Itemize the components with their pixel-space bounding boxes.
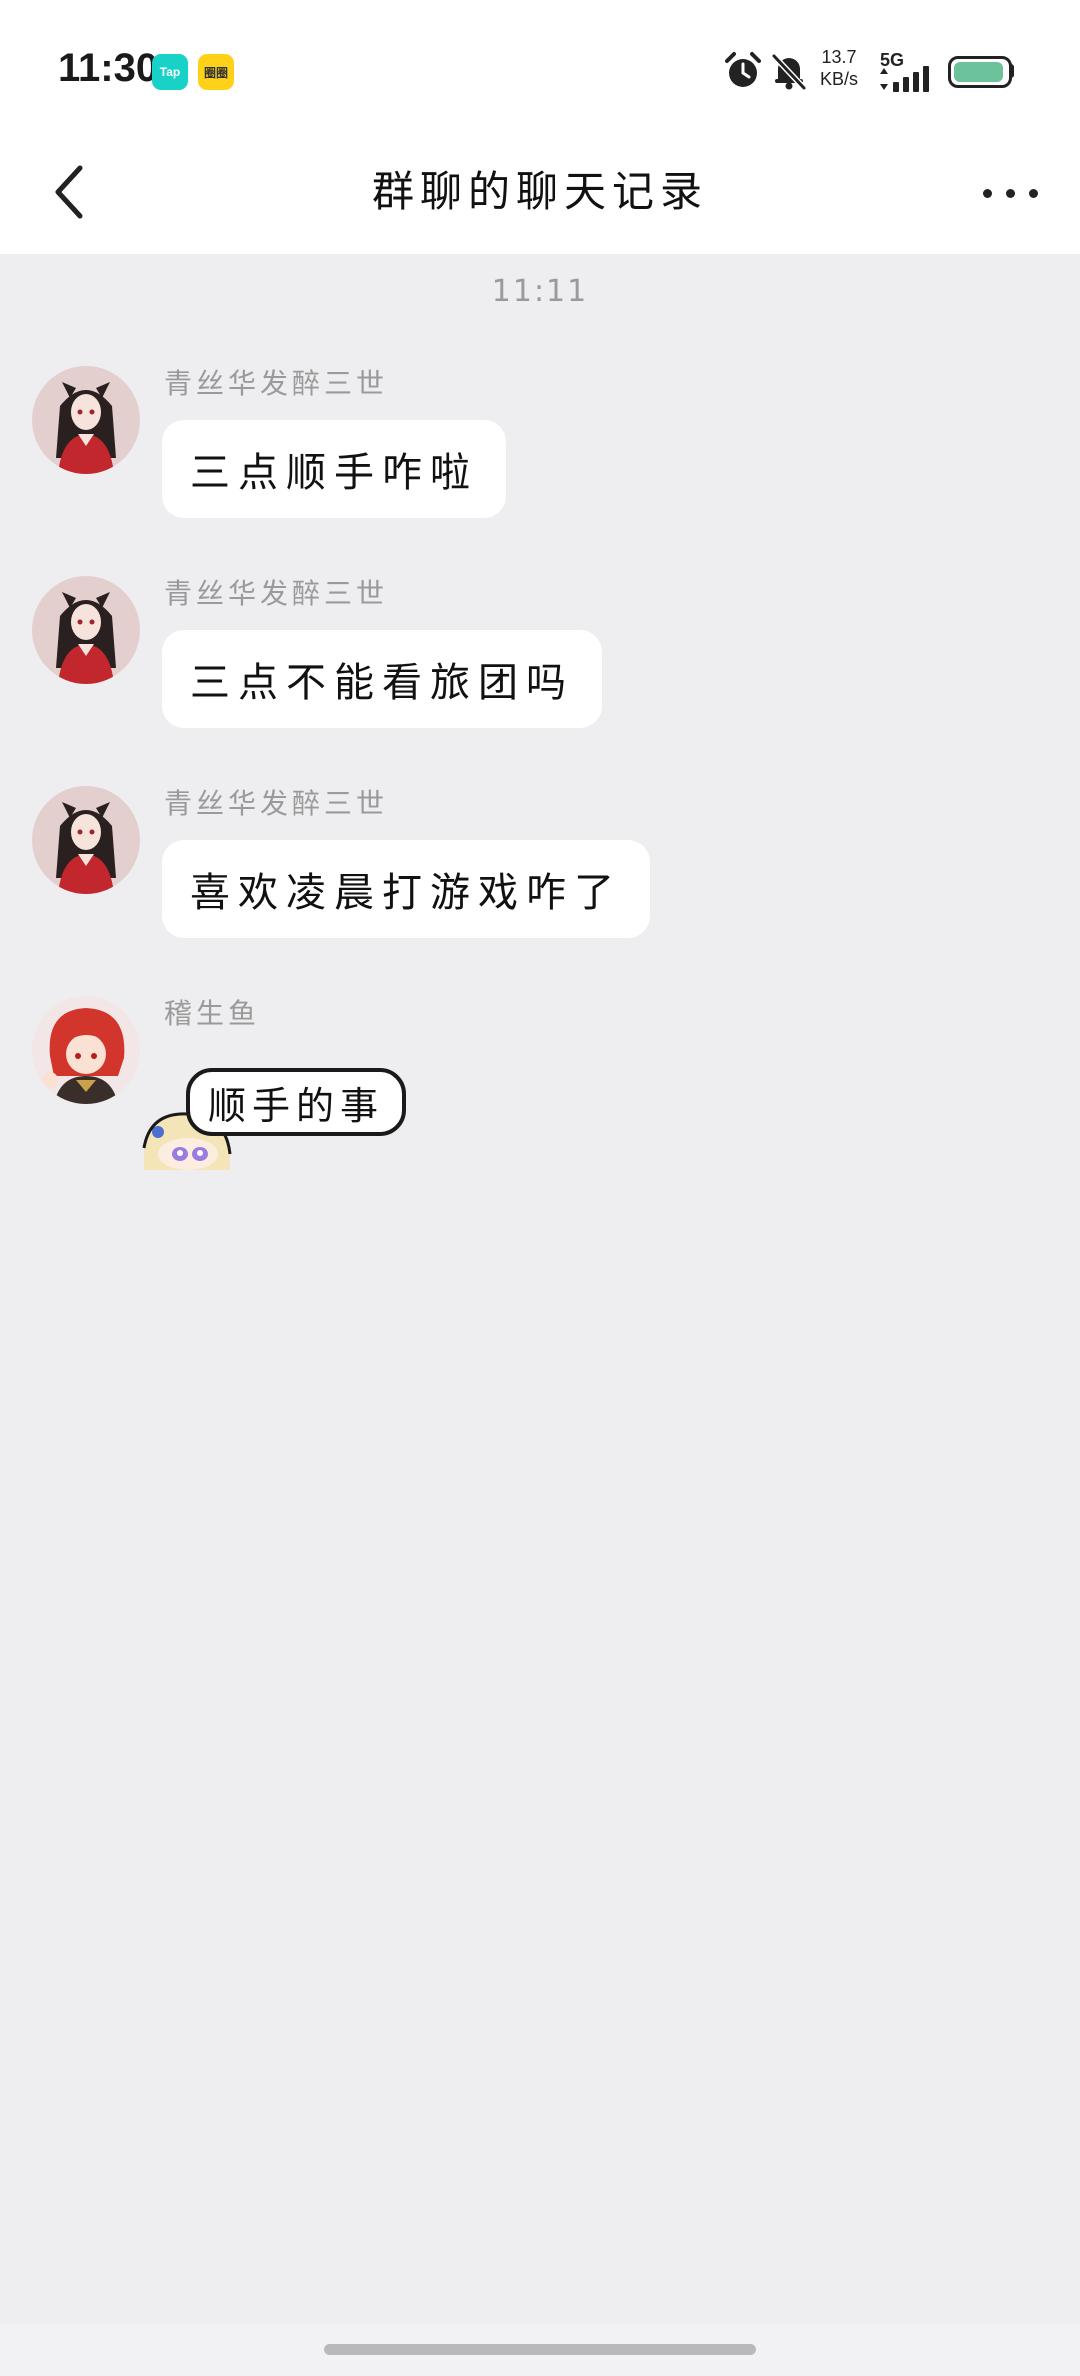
battery-icon — [948, 56, 1012, 88]
alarm-icon — [725, 52, 761, 87]
bell-muted-icon — [771, 53, 807, 91]
home-indicator[interactable] — [324, 2344, 756, 2355]
battery-level — [954, 62, 1003, 82]
battery-tip — [1010, 64, 1014, 78]
avatar-girl-red-dress-image — [32, 576, 140, 684]
gesture-bar — [0, 2324, 1080, 2376]
network-speed-value: 13.7 — [821, 47, 857, 67]
sender-name: 青丝华发醉三世 — [164, 787, 389, 820]
notification-app-icon: 圈圈 — [198, 54, 234, 90]
sender-name: 青丝华发醉三世 — [164, 367, 389, 400]
avatar-red-hair-boy-image — [32, 996, 140, 1104]
message-bubble[interactable]: 喜欢凌晨打游戏咋了 — [162, 840, 650, 938]
sticker-speech-bubble[interactable]: 顺手的事 — [186, 1068, 407, 1136]
nav-bar: 群聊的聊天记录 — [0, 130, 1080, 254]
avatar[interactable] — [32, 576, 140, 684]
signal-icon — [880, 66, 929, 92]
more-dots-icon — [982, 188, 992, 198]
sender-name: 青丝华发醉三世 — [164, 577, 389, 610]
more-button[interactable] — [970, 158, 1050, 228]
message-timestamp: 11:11 — [491, 274, 589, 309]
avatar[interactable] — [32, 996, 140, 1104]
page-title: 群聊的聊天记录 — [371, 167, 708, 216]
more-dot — [1005, 188, 1015, 198]
avatar[interactable] — [32, 366, 140, 474]
message-bubble[interactable]: 三点不能看旅团吗 — [162, 630, 602, 728]
avatar-girl-red-dress-image — [32, 786, 140, 894]
chat-history[interactable]: 11:11 青丝华发醉三世 三点顺手咋啦 青丝华发醉三世 三点不能看旅团吗 青丝… — [0, 254, 1080, 2324]
status-time: 11:30 — [58, 46, 159, 90]
more-dot — [1028, 188, 1038, 198]
avatar[interactable] — [32, 786, 140, 894]
sender-name: 稽生鱼 — [164, 997, 261, 1030]
tap-app-icon: Tap — [152, 54, 188, 90]
network-speed-unit: KB/s — [820, 69, 859, 89]
avatar-girl-red-dress-image — [32, 366, 140, 474]
status-bar: 11:30 Tap 圈圈 13.7 KB/s 5G — [0, 0, 1080, 130]
message-bubble[interactable]: 三点顺手咋啦 — [162, 420, 506, 518]
network-speed: 13.7 KB/s — [820, 46, 858, 90]
